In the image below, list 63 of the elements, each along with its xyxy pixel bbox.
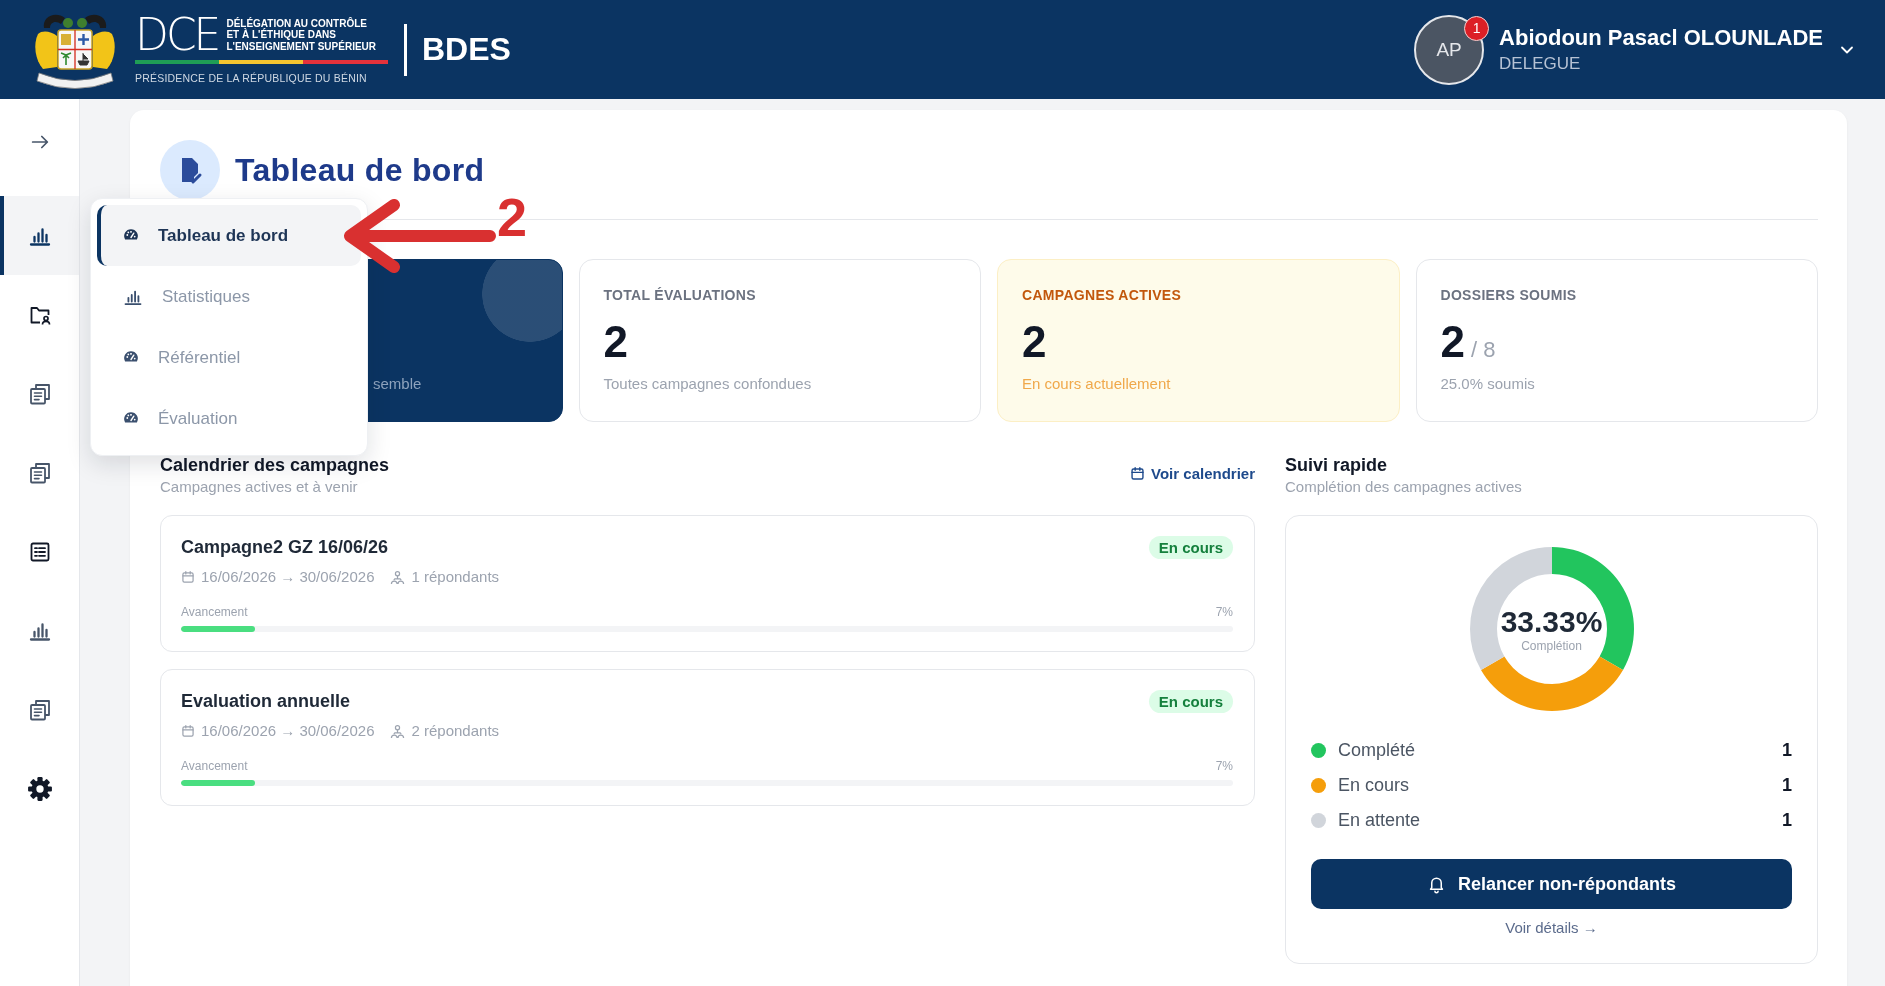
bell-icon: [1427, 874, 1446, 894]
completion-label: Complétion: [1520, 638, 1583, 654]
view-details-link[interactable]: Voir détails →: [1505, 919, 1598, 937]
coat-of-arms-icon: [35, 14, 115, 89]
legend-label: En attente: [1338, 810, 1422, 831]
stat-value: 2: [1440, 318, 1465, 366]
submenu-item[interactable]: Tableau de bord: [97, 205, 361, 266]
stat-caption: Toutes campagnes confondues: [603, 374, 813, 394]
logo-acronym: DCE: [135, 15, 219, 55]
document-edit-icon: [160, 140, 220, 200]
sidebar-item[interactable]: [0, 196, 79, 275]
campaign-title: Campagne2 GZ 16/06/26: [181, 536, 389, 558]
legend-value: 1: [1782, 775, 1792, 796]
user-role: DELEGUE: [1499, 54, 1582, 74]
stat-label: TOTAL ÉVALUATIONS: [603, 286, 757, 304]
stat-value: 2: [603, 318, 628, 366]
notification-badge: 1: [1464, 15, 1490, 41]
calendar-icon: [181, 570, 195, 584]
documents-icon: [27, 381, 52, 406]
stat-caption: semble: [373, 374, 423, 394]
completion-value: 33.33%: [1500, 604, 1603, 639]
documents-icon: [27, 460, 52, 485]
stat-caption: En cours actuellement: [1022, 374, 1172, 394]
status-badge: En cours: [1148, 535, 1233, 559]
campaign-card[interactable]: Evaluation annuelle En cours 16/06/2026 → 30/06/2026 2 répondants Avancement 7%: [160, 669, 1255, 806]
section-title: Suivi rapide: [1285, 454, 1389, 476]
campaign-card[interactable]: Campagne2 GZ 16/06/26 En cours 16/06/2026 → 30/06/2026 1 répondants Avancement 7%: [160, 515, 1255, 652]
legend-value: 1: [1782, 740, 1792, 761]
calendar-icon: [1130, 466, 1146, 481]
stat-total: / 8: [1471, 336, 1496, 364]
section-title: Calendrier des campagnes: [160, 454, 390, 476]
annotation-number: 2: [497, 187, 528, 247]
progress-value: 7%: [1215, 758, 1233, 774]
progress-label: Avancement: [181, 604, 248, 620]
legend-label: En cours: [1338, 775, 1411, 796]
stat-label: DOSSIERS SOUMIS: [1440, 286, 1578, 304]
documents-icon: [27, 697, 52, 722]
legend-label: Complété: [1338, 740, 1417, 761]
progress-value: 7%: [1215, 604, 1233, 620]
stat-value: 2: [1022, 318, 1047, 366]
page-title: Tableau de bord: [235, 151, 485, 189]
section-subtitle: Campagnes actives et à venir: [160, 478, 359, 496]
stat-label: CAMPAGNES ACTIVES: [1022, 286, 1183, 304]
progress-label: Avancement: [181, 758, 248, 774]
respondent-count: 2 répondants: [411, 721, 500, 741]
app-name: BDES: [422, 31, 511, 68]
campaign-dates: 16/06/2026 → 30/06/2026: [201, 567, 375, 587]
campaign-title: Evaluation annuelle: [181, 690, 351, 712]
calendar-icon: [181, 724, 195, 738]
stat-caption: 25.0% soumis: [1440, 374, 1536, 394]
user-name: Abiodoun Pasacl OLOUNLADE: [1499, 25, 1823, 51]
section-subtitle: Complétion des campagnes actives: [1285, 478, 1522, 496]
people-icon: [390, 569, 406, 585]
logo-tagline: DÉLÉGATION AU CONTRÔLE ET À L'ÉTHIQUE DANS L'ENSEIGNEMENT SUPÉRIEUR: [226, 17, 377, 53]
legend-value: 1: [1782, 810, 1792, 831]
settings-icon: [26, 775, 53, 802]
campaign-dates: 16/06/2026 → 30/06/2026: [201, 721, 375, 741]
view-calendar-link[interactable]: Voir calendrier: [1130, 465, 1255, 482]
remind-button[interactable]: Relancer non-répondants: [1311, 859, 1792, 909]
status-badge: En cours: [1148, 689, 1233, 713]
people-icon: [390, 723, 406, 739]
logo-subtitle: PRÉSIDENCE DE LA RÉPUBLIQUE DU BÉNIN: [135, 72, 368, 84]
respondent-count: 1 répondants: [411, 567, 500, 587]
